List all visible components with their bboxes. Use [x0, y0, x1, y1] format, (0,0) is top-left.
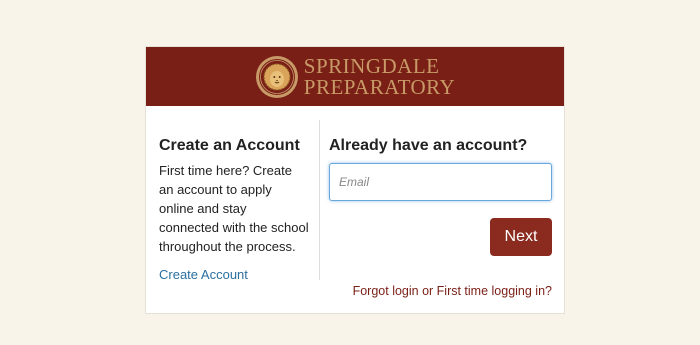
login-card: SPRINGDALE PREPARATORY Create an Account… [145, 46, 565, 314]
school-banner: SPRINGDALE PREPARATORY [146, 47, 564, 106]
login-title: Already have an account? [329, 137, 528, 154]
school-name-line1: SPRINGDALE [303, 53, 440, 78]
create-account-description: First time here? Create an account to ap… [159, 163, 309, 254]
create-account-title: Create an Account [159, 137, 300, 154]
school-logo: SPRINGDALE PREPARATORY [255, 55, 455, 99]
next-button[interactable]: Next [490, 218, 552, 256]
lion-seal-icon [255, 55, 298, 98]
forgot-login-link[interactable]: Forgot login or First time logging in? [353, 284, 552, 298]
column-divider [319, 120, 320, 280]
school-wordmark: SPRINGDALE PREPARATORY [303, 53, 456, 99]
school-name-line2: PREPARATORY [303, 74, 456, 99]
email-input[interactable] [329, 163, 552, 201]
create-account-section: Create an Account First time here? Creat… [159, 137, 309, 282]
create-account-link[interactable]: Create Account [159, 267, 309, 282]
